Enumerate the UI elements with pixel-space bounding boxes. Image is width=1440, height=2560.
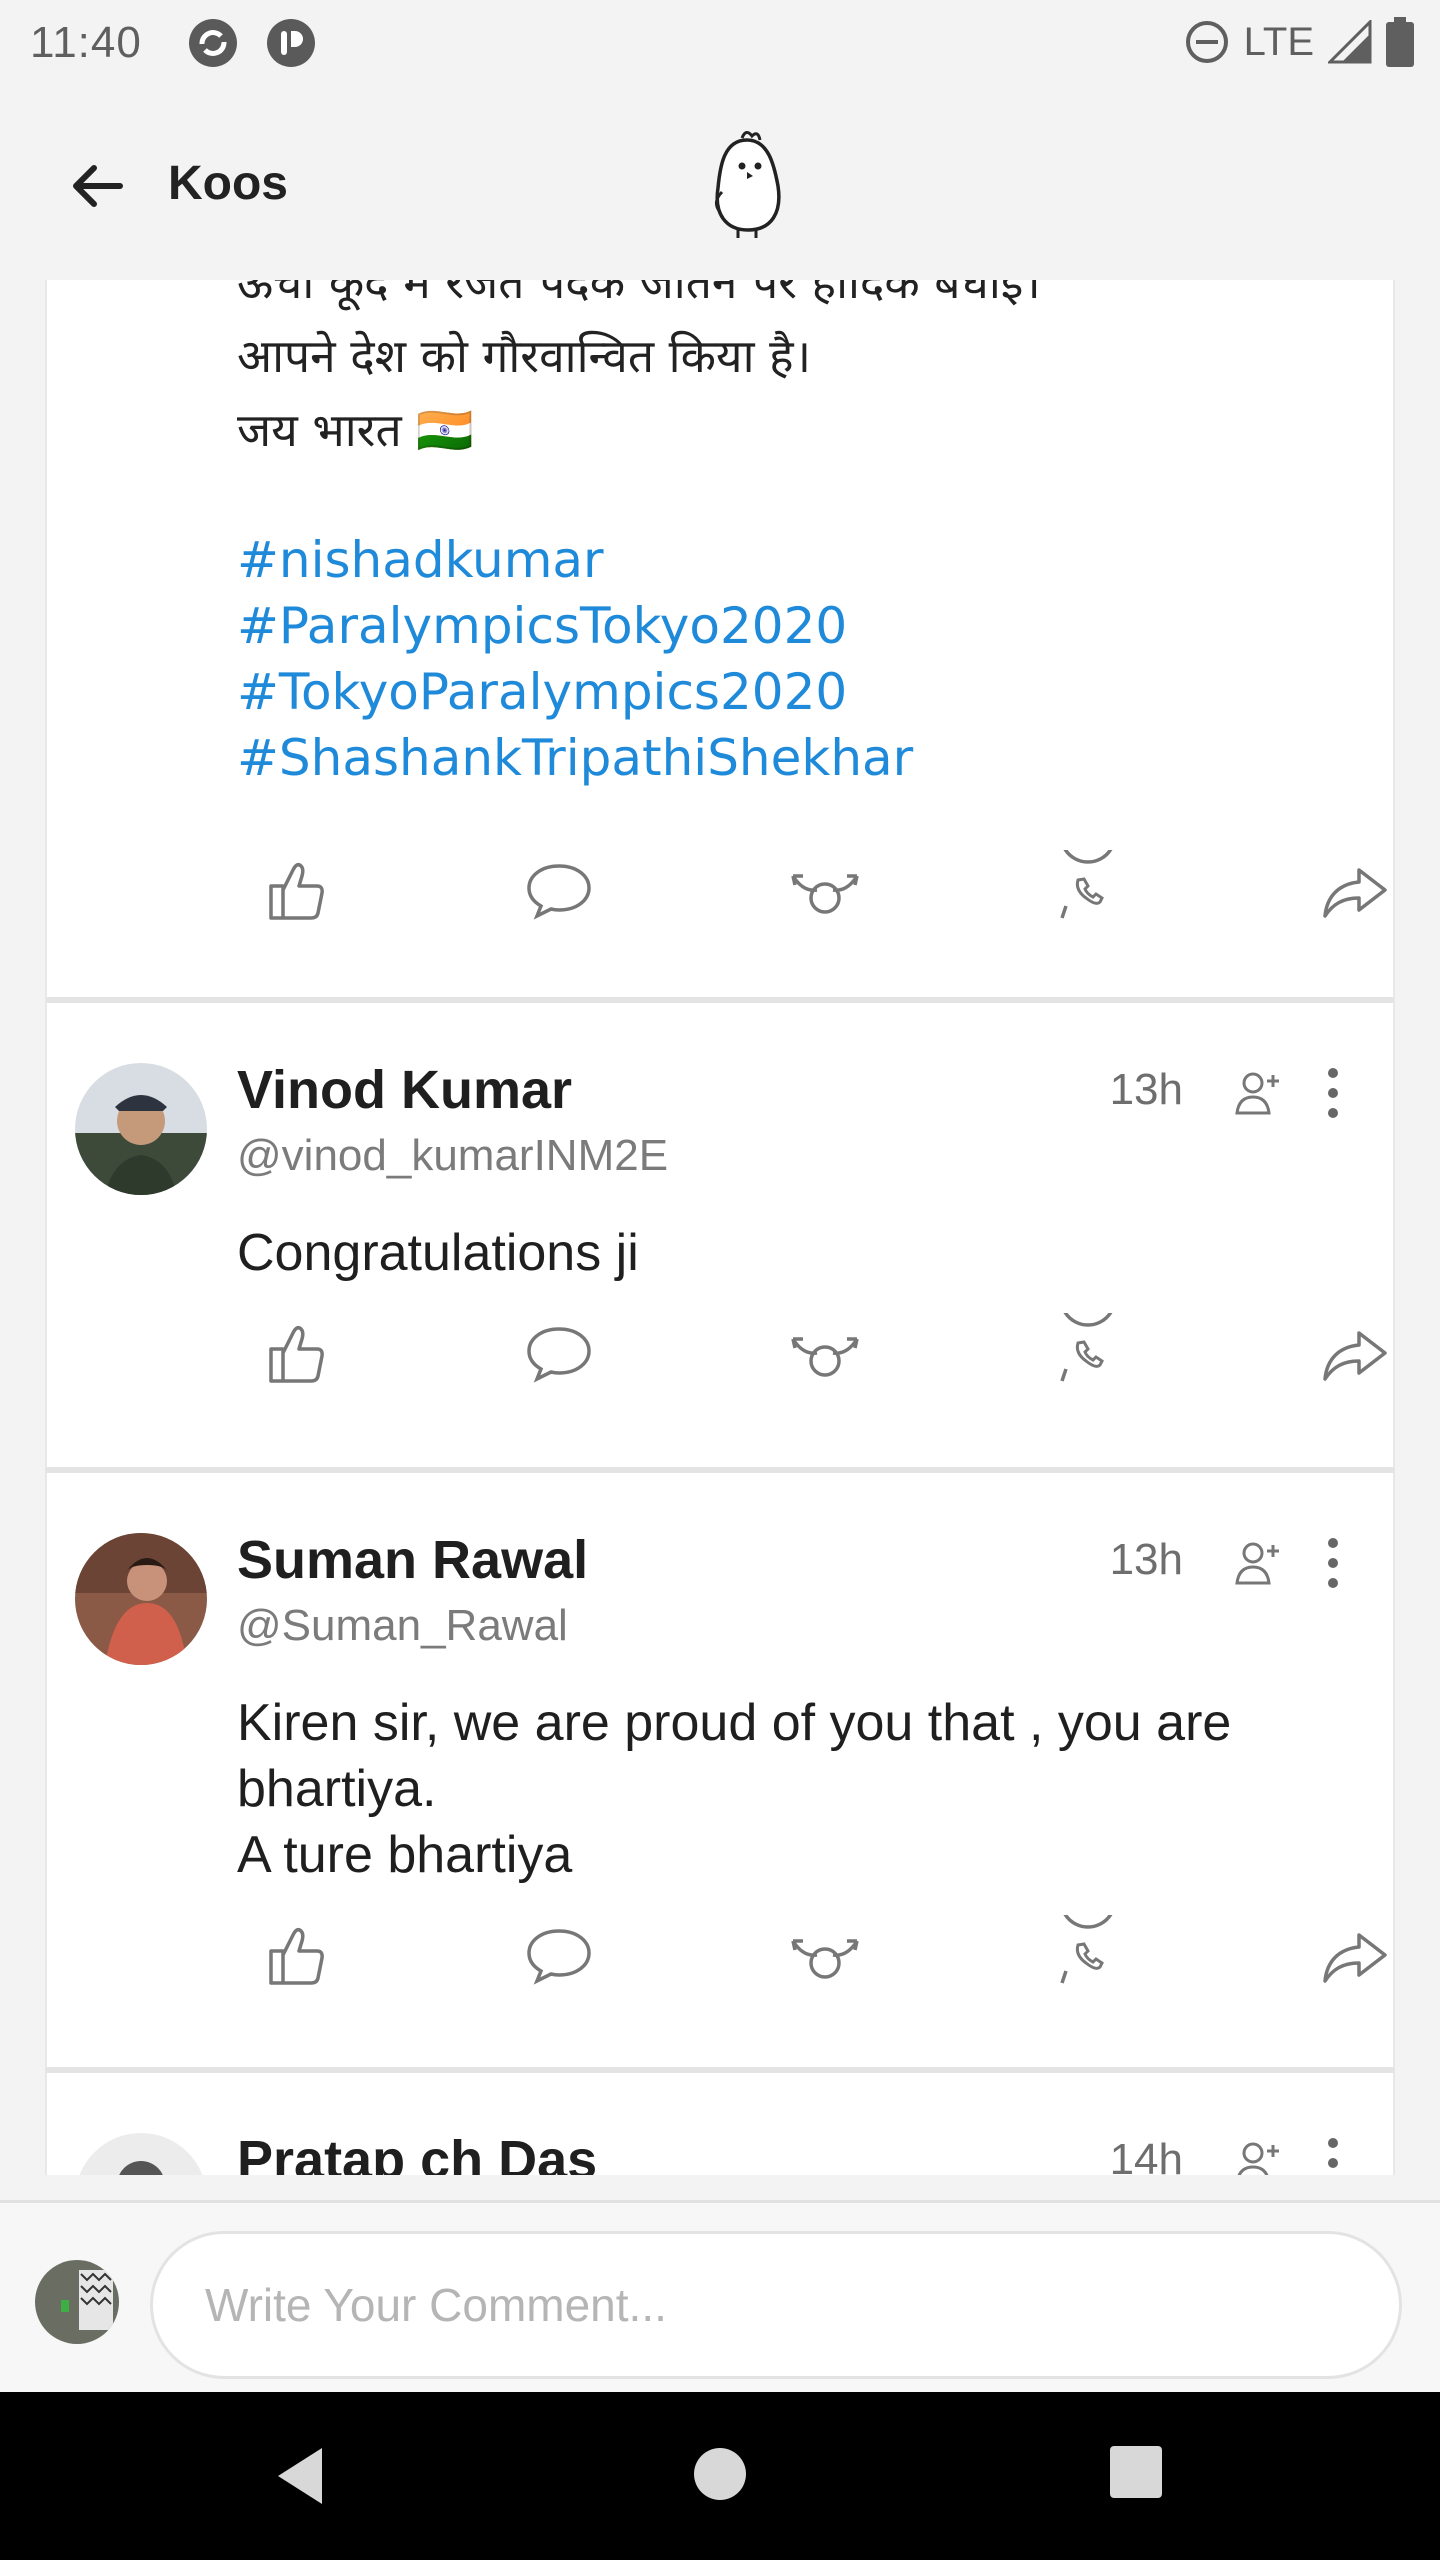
app-notification-icon bbox=[267, 19, 315, 67]
post-actions bbox=[47, 806, 1395, 940]
my-avatar[interactable] bbox=[35, 2260, 119, 2344]
more-options-icon[interactable] bbox=[1313, 2133, 1353, 2175]
comment-button[interactable] bbox=[519, 1915, 599, 1995]
share-button[interactable] bbox=[1315, 1313, 1395, 1393]
more-options-icon[interactable] bbox=[1313, 1063, 1353, 1123]
koo-logo-icon bbox=[715, 131, 781, 238]
whatsapp-share-button[interactable] bbox=[1048, 1871, 1128, 1995]
comment-time: 13h bbox=[1109, 1535, 1183, 1584]
follow-icon[interactable] bbox=[1231, 1537, 1283, 1589]
rekoo-button[interactable] bbox=[785, 850, 865, 930]
hashtag-link[interactable]: #ShashankTripathiShekhar bbox=[237, 725, 913, 791]
comment-card: Pratap ch Das 14h bbox=[45, 2070, 1395, 2175]
system-navigation-bar bbox=[0, 2392, 1440, 2560]
nav-back-icon[interactable] bbox=[272, 2444, 332, 2508]
do-not-disturb-icon bbox=[1185, 21, 1228, 63]
app-bar: Koos bbox=[0, 84, 1440, 280]
avatar[interactable] bbox=[75, 2133, 207, 2175]
status-indicators: LTE bbox=[1184, 14, 1414, 70]
hashtag-link[interactable]: #nishadkumar bbox=[237, 527, 913, 593]
whatsapp-share-button[interactable] bbox=[1048, 806, 1128, 930]
post-text: ऊंची कूद में रजत पदक जीतने पर हार्दिक बध… bbox=[237, 280, 1041, 457]
whatsapp-share-button[interactable] bbox=[1048, 1269, 1128, 1393]
comment-button[interactable] bbox=[519, 1313, 599, 1393]
comment-actions bbox=[47, 1269, 1395, 1403]
rekoo-icon bbox=[791, 874, 859, 914]
rekoo-icon bbox=[791, 1337, 859, 1377]
like-icon bbox=[269, 862, 324, 920]
hashtag-link[interactable]: #ParalympicsTokyo2020 bbox=[237, 593, 913, 659]
comment-icon bbox=[527, 1929, 591, 1985]
follow-icon[interactable] bbox=[1231, 2137, 1283, 2175]
comment-input[interactable] bbox=[150, 2231, 1402, 2379]
follow-icon[interactable] bbox=[1231, 1067, 1283, 1119]
hashtag-list: #nishadkumar #ParalympicsTokyo2020 #Toky… bbox=[237, 527, 913, 791]
page-title: Koos bbox=[168, 157, 288, 210]
share-icon bbox=[1323, 868, 1387, 918]
hashtag-link[interactable]: #TokyoParalympics2020 bbox=[237, 659, 913, 725]
like-icon bbox=[269, 1325, 324, 1383]
nav-home-icon[interactable] bbox=[690, 2444, 750, 2504]
comment-text: Congratulations ji bbox=[237, 1224, 639, 1282]
whatsapp-icon bbox=[1059, 806, 1117, 919]
more-options-icon[interactable] bbox=[1313, 1533, 1353, 1593]
comment-icon bbox=[527, 1327, 591, 1383]
network-type: LTE bbox=[1243, 19, 1314, 64]
battery-icon bbox=[1386, 17, 1414, 67]
comment-time: 14h bbox=[1109, 2135, 1183, 2175]
back-arrow-icon[interactable] bbox=[66, 154, 130, 218]
avatar[interactable] bbox=[75, 1063, 207, 1195]
comment-author-name[interactable]: Suman Rawal bbox=[237, 1529, 588, 1591]
avatar[interactable] bbox=[75, 1533, 207, 1665]
like-button[interactable] bbox=[257, 1313, 337, 1393]
comment-composer bbox=[0, 2200, 1440, 2393]
comment-actions bbox=[47, 1871, 1395, 2005]
status-bar: 11:40 LTE bbox=[0, 0, 1440, 84]
status-time: 11:40 bbox=[30, 18, 142, 67]
comment-card: Vinod Kumar @vinod_kumarINM2E 13h Congra… bbox=[45, 1000, 1395, 1470]
comment-text: Kiren sir, we are proud of you that , yo… bbox=[237, 1694, 1232, 1884]
comment-author-name[interactable]: Vinod Kumar bbox=[237, 1059, 572, 1121]
like-button[interactable] bbox=[257, 1915, 337, 1995]
comment-author-handle[interactable]: @vinod_kumarINM2E bbox=[237, 1131, 668, 1181]
post-card: ऊंची कूद में रजत पदक जीतने पर हार्दिक बध… bbox=[45, 280, 1395, 1000]
comment-author-name[interactable]: Pratap ch Das bbox=[237, 2129, 597, 2175]
sync-app-icon bbox=[189, 19, 237, 67]
rekoo-button[interactable] bbox=[785, 1915, 865, 1995]
comments-feed[interactable]: ऊंची कूद में रजत पदक जीतने पर हार्दिक बध… bbox=[0, 280, 1440, 2175]
like-button[interactable] bbox=[257, 850, 337, 930]
rekoo-icon bbox=[791, 1939, 859, 1979]
comment-card: Suman Rawal @Suman_Rawal 13h Kiren sir, … bbox=[45, 1470, 1395, 2070]
whatsapp-icon bbox=[1059, 1269, 1117, 1382]
like-icon bbox=[269, 1927, 324, 1985]
comment-author-handle[interactable]: @Suman_Rawal bbox=[237, 1601, 568, 1651]
comment-icon bbox=[527, 864, 591, 920]
share-icon bbox=[1323, 1331, 1387, 1381]
signal-icon bbox=[1328, 20, 1372, 64]
whatsapp-icon bbox=[1059, 1871, 1117, 1984]
share-button[interactable] bbox=[1315, 1915, 1395, 1995]
nav-recents-icon[interactable] bbox=[1108, 2444, 1164, 2500]
rekoo-button[interactable] bbox=[785, 1313, 865, 1393]
share-icon bbox=[1323, 1933, 1387, 1983]
comment-button[interactable] bbox=[519, 850, 599, 930]
comment-time: 13h bbox=[1109, 1065, 1183, 1114]
share-button[interactable] bbox=[1315, 850, 1395, 930]
